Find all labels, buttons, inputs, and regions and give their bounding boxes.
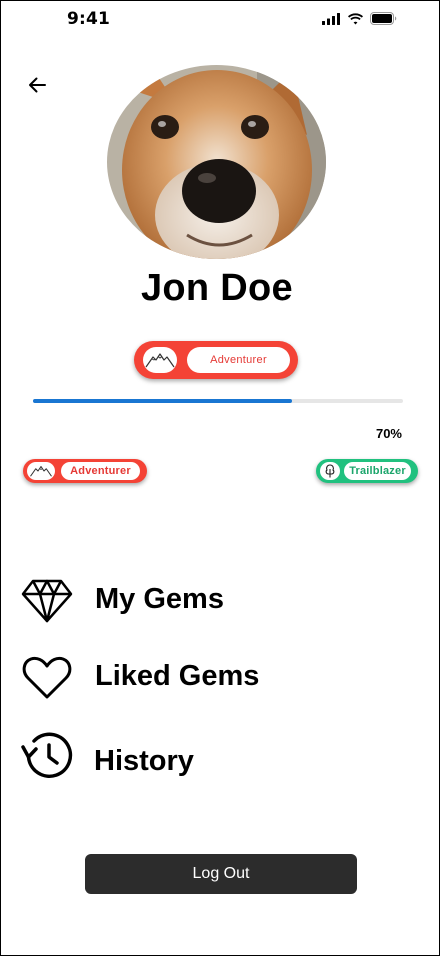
menu-item-history[interactable]: History xyxy=(19,729,399,781)
menu-label-my-gems: My Gems xyxy=(95,583,224,615)
avatar xyxy=(107,65,326,259)
current-rank-badge: Adventurer xyxy=(23,459,147,483)
back-button[interactable] xyxy=(23,71,51,99)
rank-progress-bar xyxy=(33,399,403,403)
diamond-icon xyxy=(19,575,75,627)
next-rank-icon-wrap xyxy=(320,462,340,480)
status-icons xyxy=(322,12,397,30)
logout-button[interactable]: Log Out xyxy=(85,854,357,894)
mountains-icon xyxy=(30,465,52,477)
wifi-icon xyxy=(347,12,364,30)
cellular-signal-icon xyxy=(322,12,341,30)
heart-icon xyxy=(19,652,75,704)
rank-badge-icon xyxy=(143,347,177,373)
menu-item-my-gems[interactable]: My Gems xyxy=(19,575,399,627)
menu-item-liked-gems[interactable]: Liked Gems xyxy=(19,652,399,704)
history-icon xyxy=(19,729,75,781)
current-rank-label: Adventurer xyxy=(61,462,140,480)
rank-title: Adventurer xyxy=(187,347,290,373)
menu-label-history: History xyxy=(94,745,194,777)
mountains-icon xyxy=(145,353,175,368)
arrow-left-icon xyxy=(29,77,46,93)
profile-name: Jon Doe xyxy=(140,267,293,309)
next-rank-badge: Trailblazer xyxy=(316,459,418,483)
rank-badge: Adventurer xyxy=(134,341,298,379)
status-time: 9:41 xyxy=(67,9,111,29)
tree-icon xyxy=(325,464,335,478)
battery-icon xyxy=(370,12,397,30)
status-bar: 9:41 xyxy=(1,1,439,39)
rank-progress-text: 70% xyxy=(375,426,402,441)
current-rank-icon-wrap xyxy=(27,462,55,480)
rank-progress-fill xyxy=(33,399,292,403)
next-rank-label: Trailblazer xyxy=(344,462,411,480)
profile-screen: 9:41 Jon Doe Adventurer 70% Adventurer T… xyxy=(0,0,440,956)
menu-label-liked-gems: Liked Gems xyxy=(95,660,260,692)
